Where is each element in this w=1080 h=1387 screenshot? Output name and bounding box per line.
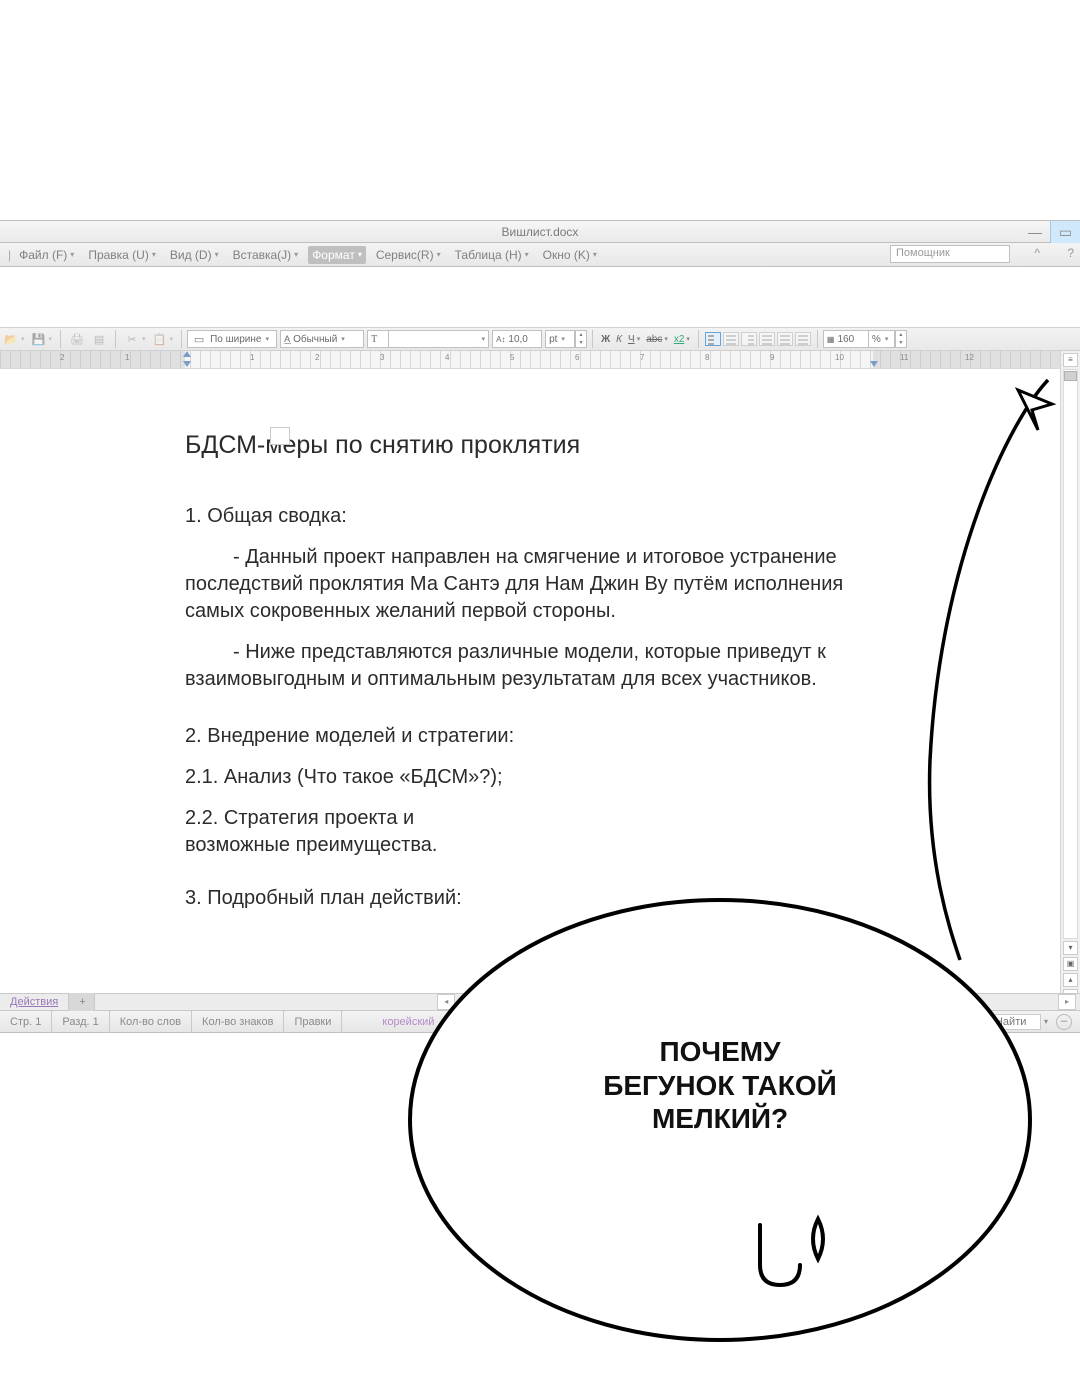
align-left-button[interactable]	[705, 332, 721, 346]
bold-button[interactable]: Ж	[598, 329, 613, 349]
page-width-icon: ▭	[191, 331, 207, 347]
find-input[interactable]	[991, 1014, 1041, 1030]
status-chars[interactable]: Кол-во знаков	[192, 1011, 284, 1033]
scroll-down-button[interactable]: ▾	[1063, 941, 1078, 955]
status-bar: Стр. 1 Разд. 1 Кол-во слов Кол-во знаков…	[0, 1011, 1080, 1033]
toolbar-gap	[0, 267, 1080, 327]
document-area[interactable]: БДСМ-меры по снятию проклятия 1. Общая с…	[0, 369, 1060, 993]
printer-icon: 🖨	[69, 331, 85, 347]
tab-scroll-right[interactable]: ▸	[1058, 994, 1076, 1010]
zoom-value-combo[interactable]: ▦160	[823, 330, 869, 348]
tab-scroller: ◂	[435, 994, 455, 1010]
menu-format[interactable]: Формат▾	[308, 246, 366, 264]
collapse-ribbon-button[interactable]: ^	[1034, 246, 1040, 260]
speech-bubble-text: ПОЧЕМУ БЕГУНОК ТАКОЙ МЕЛКИЙ?	[570, 1035, 870, 1136]
zoom-out-button[interactable]: –	[1056, 1014, 1072, 1030]
preview-button[interactable]: ▤	[88, 329, 110, 349]
section-3-head: 3. Подробный план действий:	[185, 885, 890, 912]
folder-icon: 📂	[3, 331, 19, 347]
save-icon: 💾	[31, 331, 47, 347]
strike-button[interactable]: abc▾	[643, 329, 671, 349]
italic-button[interactable]: К	[613, 329, 625, 349]
tab-add[interactable]: +	[69, 993, 95, 1011]
section-2-head: 2. Внедрение моделей и стратегии:	[185, 723, 890, 750]
window-controls: — ▭	[1020, 221, 1080, 244]
align-dist-button[interactable]	[777, 332, 793, 346]
status-section[interactable]: Разд. 1	[52, 1011, 109, 1033]
status-language[interactable]: корейский	[372, 1011, 444, 1033]
page: БДСМ-меры по снятию проклятия 1. Общая с…	[130, 369, 930, 926]
menu-window[interactable]: Окно (K)▾	[539, 246, 601, 264]
font-unit-combo[interactable]: pt▾	[545, 330, 575, 348]
scissors-icon: ✂	[124, 331, 140, 347]
section-1-p1: - Данный проект направлен на смягчение и…	[185, 544, 890, 625]
first-line-indent[interactable]	[183, 351, 191, 357]
zoom-mode-combo[interactable]: ▭По ширине▾	[187, 330, 277, 348]
menu-service[interactable]: Сервис(R)▾	[372, 246, 445, 264]
open-dropdown[interactable]: 📂▾	[0, 329, 28, 349]
section-2-1: 2.1. Анализ (Что такое «БДСМ»?);	[185, 764, 890, 791]
underline-button[interactable]: Ч▾	[625, 329, 643, 349]
align-right-button[interactable]	[741, 332, 757, 346]
font-size-combo[interactable]: A↕10,0	[492, 330, 542, 348]
scroll-next-button[interactable]: ▴	[1063, 973, 1078, 987]
align-center-button[interactable]	[723, 332, 739, 346]
cut-button[interactable]: ✂▾	[121, 329, 149, 349]
superscript-button[interactable]: x2▾	[671, 329, 693, 349]
status-words[interactable]: Кол-во слов	[110, 1011, 192, 1033]
style-combo[interactable]: A̲ͅОбычный▾	[280, 330, 364, 348]
scroll-track[interactable]	[1063, 369, 1078, 939]
menu-view[interactable]: Вид (D)▾	[166, 246, 223, 264]
scroll-thumb[interactable]	[1064, 371, 1077, 381]
vertical-scrollbar[interactable]: ≡ ▾ ▣ ▴ ▾	[1060, 351, 1080, 993]
preview-icon: ▤	[91, 331, 107, 347]
section-1-p2: - Ниже представляются различные модели, …	[185, 639, 890, 693]
minimize-button[interactable]: —	[1020, 221, 1050, 244]
find-dropdown[interactable]: ▾	[1044, 1017, 1048, 1026]
align-justify-button[interactable]	[759, 332, 775, 346]
window-title: Вишлист.docx	[502, 225, 579, 239]
font-name-field[interactable]: ▾	[389, 330, 489, 348]
menu-file[interactable]: Файл (F)▾	[15, 246, 78, 264]
tab-scroll-left[interactable]: ◂	[437, 994, 455, 1010]
restore-button[interactable]: ▭	[1050, 221, 1080, 244]
menu-edit[interactable]: Правка (U)▾	[84, 246, 160, 264]
paste-button[interactable]: 📋▾	[149, 329, 177, 349]
font-name-combo[interactable]: T	[367, 330, 389, 348]
menu-insert[interactable]: Вставка(J)▾	[229, 246, 303, 264]
zoom-spinner[interactable]: ▴▾	[895, 330, 907, 348]
scroll-up-button[interactable]: ≡	[1063, 353, 1078, 367]
font-size-spinner[interactable]: ▴▾	[575, 330, 587, 348]
clipboard-icon: 📋	[152, 331, 168, 347]
tab-actions[interactable]: Действия	[0, 993, 69, 1011]
doc-title: БДСМ-меры по снятию проклятия	[185, 429, 890, 463]
status-edits[interactable]: Правки	[284, 1011, 342, 1033]
scroll-page-button[interactable]: ▣	[1063, 957, 1078, 971]
left-indent[interactable]	[183, 361, 191, 367]
horizontal-ruler[interactable]: 2 1 1 2 3 4 5 6 7 8 9 10 11 12	[0, 351, 1060, 369]
formatting-toolbar: 📂▾ 💾▾ 🖨 ▤ ✂▾ 📋▾ ▭По ширине▾ A̲ͅОбычный▾ …	[0, 327, 1080, 351]
right-indent[interactable]	[870, 361, 878, 367]
status-page[interactable]: Стр. 1	[0, 1011, 52, 1033]
document-body[interactable]: БДСМ-меры по снятию проклятия 1. Общая с…	[130, 369, 930, 912]
title-bar: Вишлист.docx — ▭	[0, 220, 1080, 243]
section-2-2: 2.2. Стратегия проекта и возможные преим…	[185, 805, 485, 859]
menu-bar: | Файл (F)▾ Правка (U)▾ Вид (D)▾ Вставка…	[0, 243, 1080, 267]
status-find: ⌕ ▾ –	[973, 1014, 1080, 1030]
sheet-tabs: Действия + ◂ ▸	[0, 993, 1080, 1011]
menu-table[interactable]: Таблица (H)▾	[451, 246, 533, 264]
save-dropdown[interactable]: 💾▾	[28, 329, 56, 349]
search-icon: ⌕	[981, 1015, 987, 1028]
help-button[interactable]: ?	[1067, 246, 1074, 260]
print-button[interactable]: 🖨	[66, 329, 88, 349]
section-1-head: 1. Общая сводка:	[185, 503, 890, 530]
align-other-button[interactable]	[795, 332, 811, 346]
font-icon: T	[371, 334, 377, 345]
comic-panel-top	[0, 0, 1080, 220]
caret-marker	[270, 427, 290, 445]
zoom-pct[interactable]: %▾	[869, 330, 895, 348]
helper-input[interactable]: Помощник	[890, 245, 1010, 263]
